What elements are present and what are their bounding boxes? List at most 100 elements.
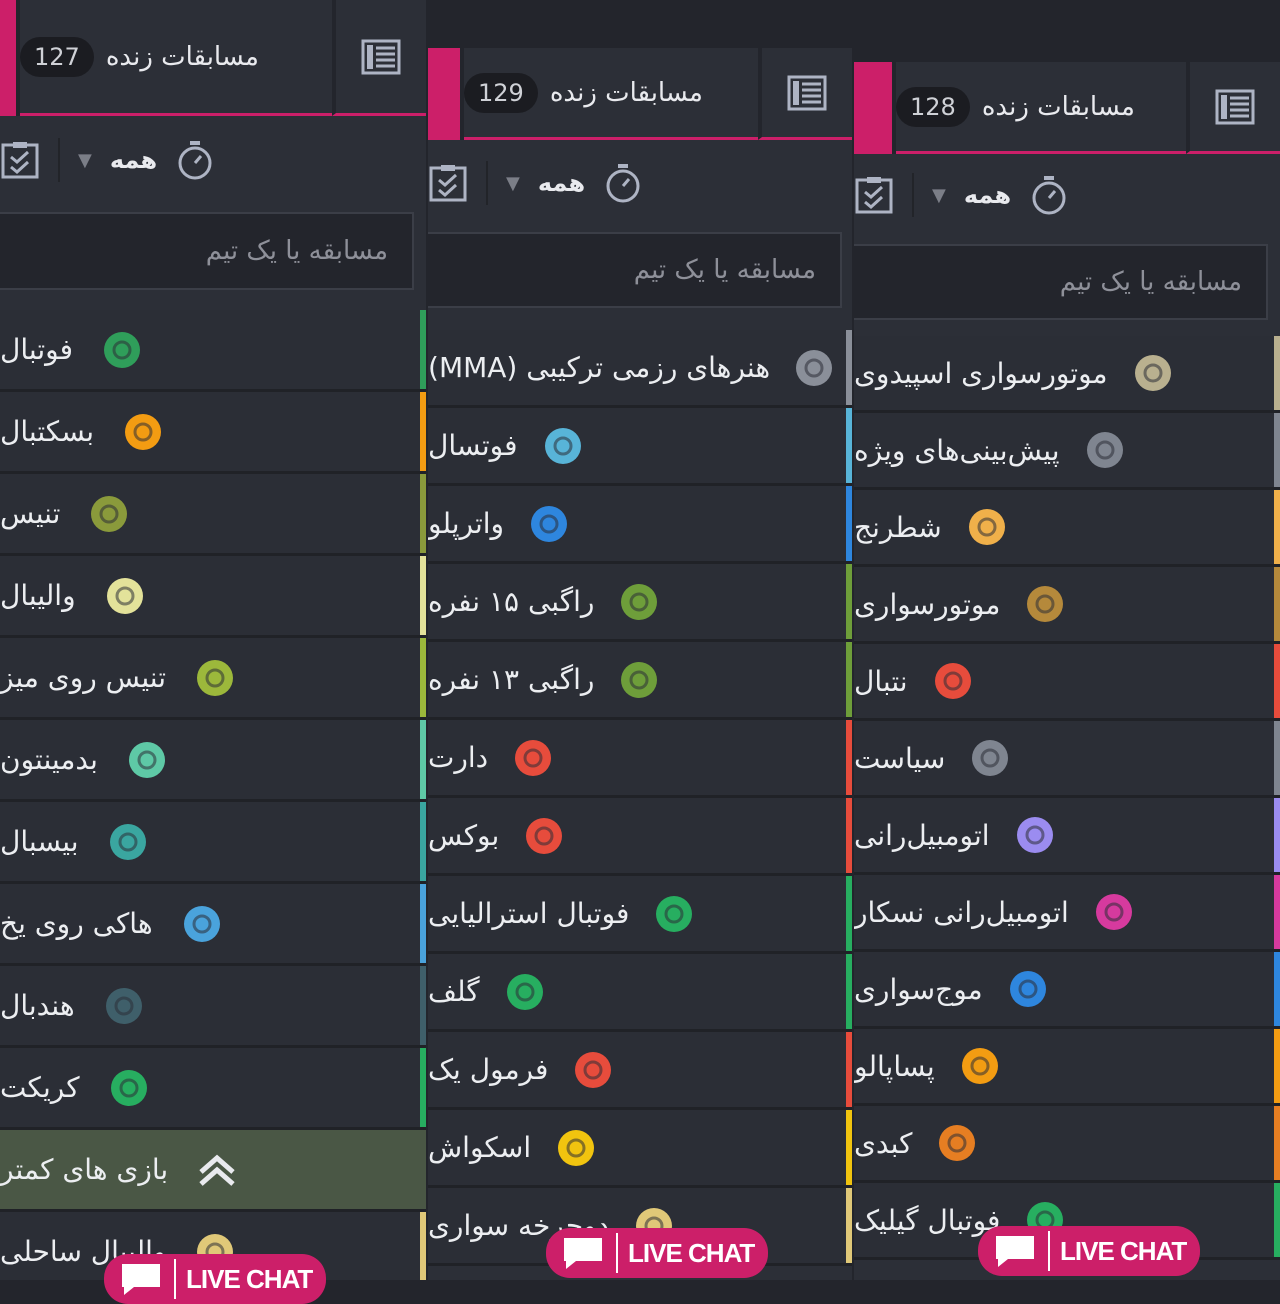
handball-icon bbox=[101, 983, 147, 1029]
chat-bubble-icon bbox=[122, 1264, 160, 1295]
chevron-down-icon[interactable]: ▼ bbox=[932, 185, 946, 206]
accent-tab[interactable] bbox=[854, 62, 892, 154]
sport-row[interactable]: اتومبیل‌رانی bbox=[854, 798, 1280, 875]
sport-row[interactable]: فوتبال استرالیایی bbox=[428, 876, 852, 954]
sport-row[interactable]: کریکت bbox=[0, 1048, 426, 1130]
tab-live-events[interactable]: مسابقات زنده 128 bbox=[896, 62, 1186, 154]
sport-label: فوتسال bbox=[428, 429, 518, 462]
sport-row[interactable]: گلف bbox=[428, 954, 852, 1032]
sport-row[interactable]: هنرهای رزمی ترکیبی (MMA) bbox=[428, 330, 852, 408]
formula-car-icon bbox=[570, 1047, 616, 1093]
sport-label: کبدی bbox=[854, 1126, 913, 1160]
sport-row[interactable]: بوکس bbox=[428, 798, 852, 876]
checklist-icon[interactable] bbox=[854, 175, 894, 215]
sport-color-stripe bbox=[846, 486, 852, 561]
filter-all-label[interactable]: همه bbox=[110, 146, 157, 174]
sport-row[interactable]: هاکی روی یخ bbox=[0, 884, 426, 966]
sport-row[interactable]: بسکتبال bbox=[0, 392, 426, 474]
chevron-down-icon[interactable]: ▼ bbox=[506, 173, 520, 194]
sport-color-stripe bbox=[846, 876, 852, 951]
sports-list: موتورسواری اسپیدوی پیش‌بینی‌های ویژه شطرنج… bbox=[854, 336, 1280, 1280]
sport-row[interactable]: فوتسال bbox=[428, 408, 852, 486]
accent-tab[interactable] bbox=[0, 0, 16, 116]
tab-list-view[interactable] bbox=[758, 48, 852, 140]
tab-live-events[interactable]: مسابقات زنده 129 bbox=[464, 48, 758, 140]
sport-row[interactable]: پساپالو bbox=[854, 1029, 1280, 1106]
sport-row[interactable]: راگبی ۱۳ نفره bbox=[428, 642, 852, 720]
nascar-car-icon bbox=[1091, 889, 1137, 935]
sport-label: سیاست bbox=[854, 741, 946, 775]
sport-row[interactable]: تنیس bbox=[0, 474, 426, 556]
live-chat-label: LIVE CHAT bbox=[186, 1263, 313, 1294]
sport-row[interactable]: کبدی bbox=[854, 1106, 1280, 1183]
sports-list: هنرهای رزمی ترکیبی (MMA) فوتسال واترپلو راگ… bbox=[428, 330, 852, 1280]
filter-all-label[interactable]: همه bbox=[964, 181, 1011, 209]
top-tabs: مسابقات زنده 129 bbox=[428, 48, 852, 140]
sports-list: فوتبال بسکتبال تنیس والیبال تنیس روی میز بدمی… bbox=[0, 310, 426, 1280]
sport-label: فوتبال گیلیک bbox=[854, 1203, 1001, 1237]
stopwatch-icon[interactable] bbox=[603, 162, 643, 204]
sports-panel-2: مسابقات زنده 129 همه ▼ مسابقه یا یک تیم … bbox=[428, 0, 852, 1280]
tab-list-view[interactable] bbox=[332, 0, 426, 116]
sport-label: اسکواش bbox=[428, 1131, 532, 1164]
sport-color-stripe bbox=[420, 474, 426, 553]
chevron-down-icon[interactable]: ▼ bbox=[78, 150, 92, 171]
sport-row[interactable]: والیبال bbox=[0, 556, 426, 638]
sport-color-stripe bbox=[846, 642, 852, 717]
live-events-title: مسابقات زنده bbox=[549, 77, 703, 108]
sport-row[interactable]: واترپلو bbox=[428, 486, 852, 564]
live-events-title: مسابقات زنده bbox=[981, 91, 1135, 122]
sport-row[interactable]: موتورسواری اسپیدوی bbox=[854, 336, 1280, 413]
sport-row[interactable]: اتومبیل‌رانی نسکار bbox=[854, 875, 1280, 952]
top-tabs: مسابقات زنده 127 bbox=[0, 0, 426, 116]
sport-row[interactable]: موج‌سواری bbox=[854, 952, 1280, 1029]
sport-row[interactable]: نتبال bbox=[854, 644, 1280, 721]
tab-live-events[interactable]: مسابقات زنده 127 bbox=[20, 0, 332, 116]
water-polo-icon bbox=[526, 501, 572, 547]
sport-row[interactable]: پیش‌بینی‌های ویژه bbox=[854, 413, 1280, 490]
sport-label: موتورسواری bbox=[854, 587, 1001, 621]
live-chat-button[interactable]: LIVE CHAT bbox=[104, 1254, 327, 1304]
sport-row[interactable]: هندبال bbox=[0, 966, 426, 1048]
search-input[interactable]: مسابقه یا یک تیم bbox=[428, 232, 842, 308]
sport-color-stripe bbox=[846, 564, 852, 639]
sport-row[interactable]: موتورسواری bbox=[854, 567, 1280, 644]
stopwatch-icon[interactable] bbox=[175, 139, 215, 181]
sport-color-stripe bbox=[1274, 1029, 1280, 1103]
filter-row: همه ▼ bbox=[854, 160, 1280, 230]
sport-row[interactable]: شطرنج bbox=[854, 490, 1280, 567]
sport-color-stripe bbox=[1274, 875, 1280, 949]
live-chat-button[interactable]: LIVE CHAT bbox=[978, 1226, 1201, 1276]
stopwatch-icon[interactable] bbox=[1029, 174, 1069, 216]
sport-label: نتبال bbox=[854, 664, 908, 698]
sport-row[interactable]: تنیس روی میز bbox=[0, 638, 426, 720]
sport-row[interactable]: بیسبال bbox=[0, 802, 426, 884]
futsal-field-icon bbox=[540, 423, 586, 469]
sport-label: پساپالو bbox=[854, 1049, 935, 1083]
sport-row[interactable]: اسکواش bbox=[428, 1110, 852, 1188]
sport-row[interactable]: راگبی ۱۵ نفره bbox=[428, 564, 852, 642]
tab-list-view[interactable] bbox=[1186, 62, 1280, 154]
sport-row[interactable]: فوتبال bbox=[0, 310, 426, 392]
checklist-icon[interactable] bbox=[428, 163, 468, 203]
golf-icon bbox=[502, 969, 548, 1015]
sport-color-stripe bbox=[1274, 798, 1280, 872]
sport-color-stripe bbox=[846, 330, 852, 405]
sport-color-stripe bbox=[420, 1048, 426, 1127]
show-less-row[interactable]: بازی های کمتر bbox=[0, 1130, 426, 1212]
aussie-football-icon bbox=[651, 891, 697, 937]
sport-row[interactable]: سیاست bbox=[854, 721, 1280, 798]
sport-color-stripe bbox=[846, 1032, 852, 1107]
netball-hoop-icon bbox=[930, 658, 976, 704]
live-chat-button[interactable]: LIVE CHAT bbox=[546, 1228, 769, 1278]
sport-color-stripe bbox=[846, 954, 852, 1029]
sport-row[interactable]: دارت bbox=[428, 720, 852, 798]
search-input[interactable]: مسابقه یا یک تیم bbox=[854, 244, 1268, 320]
sport-row[interactable]: فرمول یک bbox=[428, 1032, 852, 1110]
filter-all-label[interactable]: همه bbox=[538, 169, 585, 197]
accent-tab[interactable] bbox=[428, 48, 460, 140]
sport-row[interactable]: بدمینتون bbox=[0, 720, 426, 802]
search-input[interactable]: مسابقه یا یک تیم bbox=[0, 212, 414, 290]
checklist-icon[interactable] bbox=[0, 140, 40, 180]
sport-label: بسکتبال bbox=[0, 415, 95, 448]
